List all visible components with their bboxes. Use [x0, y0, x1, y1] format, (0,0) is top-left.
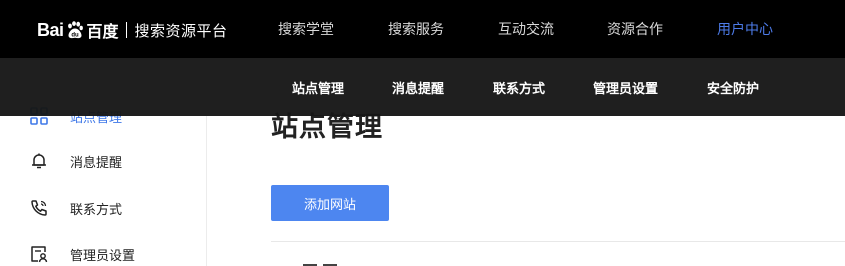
nav-resource-cooperation[interactable]: 资源合作 [607, 0, 663, 58]
list-item [303, 258, 363, 266]
phone-icon [29, 198, 49, 218]
paw-icon: du [65, 20, 85, 40]
sidebar-item-notifications[interactable]: 消息提醒 [0, 141, 206, 181]
admin-card-icon [29, 244, 49, 264]
top-navbar: Bai du 百度 搜索资源平台 搜索学堂 搜索服务 互动交流 资源合作 用户中… [0, 0, 845, 58]
sidebar-item-label: 消息提醒 [70, 155, 123, 171]
svg-text:du: du [71, 33, 79, 39]
logo-separator [125, 22, 127, 38]
nav-interaction[interactable]: 互动交流 [498, 0, 554, 58]
nav-search-services[interactable]: 搜索服务 [388, 0, 444, 58]
submenu-item-notifications[interactable]: 消息提醒 [392, 58, 444, 116]
platform-name: 搜索资源平台 [134, 21, 228, 40]
submenu-item-security[interactable]: 安全防护 [707, 58, 759, 116]
submenu-item-contact[interactable]: 联系方式 [493, 58, 545, 116]
bell-icon [29, 151, 49, 171]
sidebar-item-label: 联系方式 [70, 202, 123, 218]
add-site-button[interactable]: 添加网站 [271, 185, 389, 221]
divider [271, 241, 845, 242]
logo-chinese-text: 百度 [86, 22, 119, 41]
user-center-submenu: 站点管理 消息提醒 联系方式 管理员设置 安全防护 [0, 58, 845, 116]
nav-search-academy[interactable]: 搜索学堂 [278, 0, 334, 58]
submenu-item-site-management[interactable]: 站点管理 [292, 58, 344, 116]
logo-latin-text: Bai [37, 19, 64, 40]
sidebar-item-label: 管理员设置 [70, 248, 136, 264]
baidu-logo[interactable]: Bai du 百度 搜索资源平台 [37, 17, 228, 43]
sidebar-item-contact[interactable]: 联系方式 [0, 188, 206, 228]
nav-user-center[interactable]: 用户中心 [717, 0, 773, 58]
submenu-item-admin-settings[interactable]: 管理员设置 [593, 58, 658, 116]
sidebar-item-admin-settings[interactable]: 管理员设置 [0, 234, 206, 266]
